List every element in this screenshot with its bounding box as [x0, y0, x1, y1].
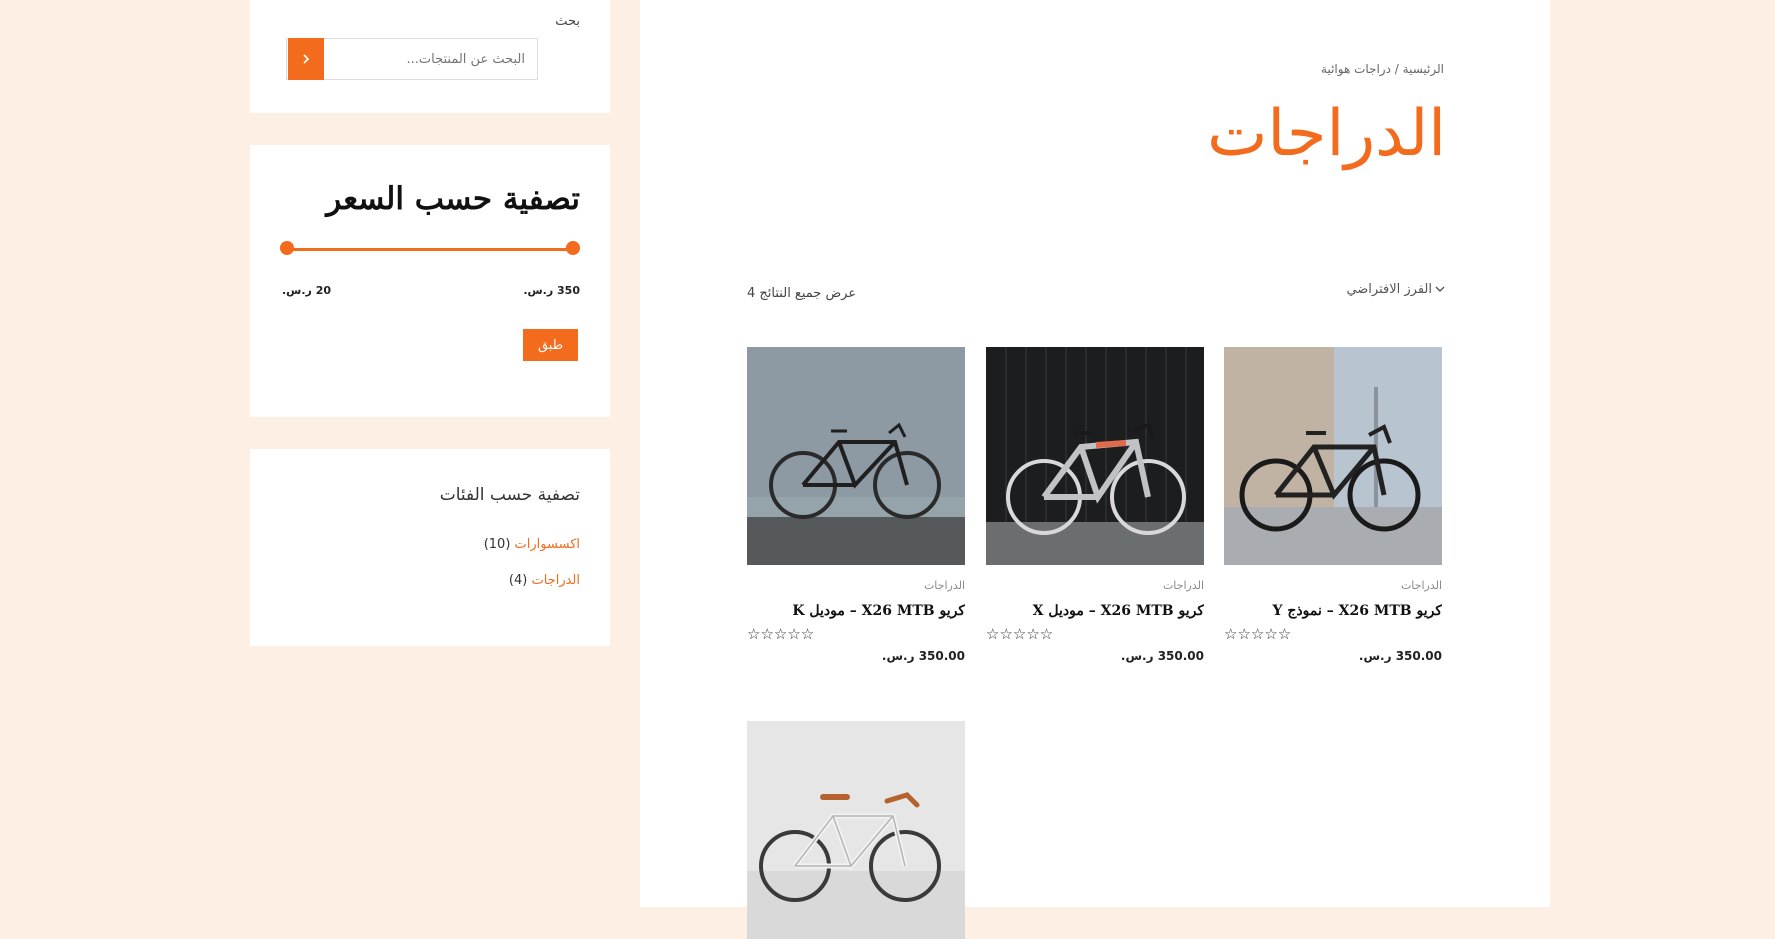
product-title[interactable]: كريو X26 MTB – موديل X [986, 603, 1204, 623]
product-image[interactable] [1224, 347, 1442, 565]
star-icon: ☆☆☆☆☆ [1224, 625, 1292, 643]
result-count: عرض جميع النتائج 4 [747, 286, 857, 301]
breadcrumb-home-link[interactable]: الرئيسية [1403, 62, 1444, 76]
product-card[interactable]: الدراجات كريو X26 MTB – نموذج Y ☆☆☆☆☆ 35… [1224, 347, 1442, 663]
price-filter-widget: تصفية حسب السعر 350 ر.س. 20 ر.س. طبق [250, 145, 610, 417]
category-filter-widget: تصفية حسب الفئات اكسسوارات (10) الدراجات… [250, 449, 610, 646]
product-rating: ☆☆☆☆☆ [1224, 625, 1442, 643]
breadcrumb-current: دراجات هوائية [1321, 62, 1391, 76]
product-title[interactable]: كريو X26 MTB – موديل K [747, 603, 965, 623]
category-list: اكسسوارات (10) الدراجات (4) [484, 537, 580, 609]
product-card[interactable]: الدراجات كريو X26 MTB – موديل X ☆☆☆☆☆ 35… [986, 347, 1204, 663]
product-image[interactable] [747, 721, 965, 939]
price-max-label: 350 ر.س. [523, 284, 580, 297]
category-filter-title: تصفية حسب الفئات [439, 485, 580, 505]
star-icon: ☆☆☆☆☆ [747, 625, 815, 643]
page-title: الدراجات [1207, 97, 1446, 171]
category-item: اكسسوارات (10) [484, 537, 580, 573]
chevron-right-icon [303, 54, 310, 64]
sort-chevron-icon [1435, 286, 1445, 292]
category-item: الدراجات (4) [484, 573, 580, 609]
breadcrumb-separator: / [1394, 62, 1399, 76]
search-widget: بحث [250, 0, 610, 113]
category-link-bicycles[interactable]: الدراجات [531, 573, 580, 588]
search-button[interactable] [288, 38, 324, 80]
product-price: 350.00 ر.س. [1358, 649, 1442, 663]
sort-dropdown[interactable]: الفرز الافتراضي [1346, 278, 1446, 300]
product-category: الدراجات [1162, 579, 1204, 592]
product-category: الدراجات [1400, 579, 1442, 592]
star-icon: ☆☆☆☆☆ [986, 625, 1054, 643]
product-card[interactable]: الدراجات كريو X26 MTB – موديل K ☆☆☆☆☆ 35… [747, 347, 965, 663]
category-link-accessories[interactable]: اكسسوارات [515, 537, 580, 552]
product-price: 350.00 ر.س. [1120, 649, 1204, 663]
price-min-label: 20 ر.س. [282, 284, 332, 297]
product-image[interactable] [986, 347, 1204, 565]
sort-selected-label: الفرز الافتراضي [1346, 281, 1432, 297]
search-widget-title: بحث [555, 14, 580, 29]
product-price: 350.00 ر.س. [881, 649, 965, 663]
product-rating: ☆☆☆☆☆ [986, 625, 1204, 643]
product-image[interactable] [747, 347, 965, 565]
category-count: (4) [508, 573, 528, 588]
category-count: (10) [483, 537, 511, 552]
price-slider-min-handle[interactable] [280, 241, 294, 255]
apply-price-filter-button[interactable]: طبق [523, 329, 578, 361]
breadcrumb: الرئيسية / دراجات هوائية [1321, 62, 1444, 76]
product-card[interactable] [747, 721, 965, 939]
product-rating: ☆☆☆☆☆ [747, 625, 965, 643]
price-slider-track[interactable] [286, 248, 572, 251]
price-slider-max-handle[interactable] [566, 241, 580, 255]
price-filter-title: تصفية حسب السعر [326, 181, 580, 217]
product-title[interactable]: كريو X26 MTB – نموذج Y [1224, 603, 1443, 623]
main-content: الرئيسية / دراجات هوائية الدراجات الفرز … [640, 0, 1550, 939]
product-category: الدراجات [923, 579, 965, 592]
